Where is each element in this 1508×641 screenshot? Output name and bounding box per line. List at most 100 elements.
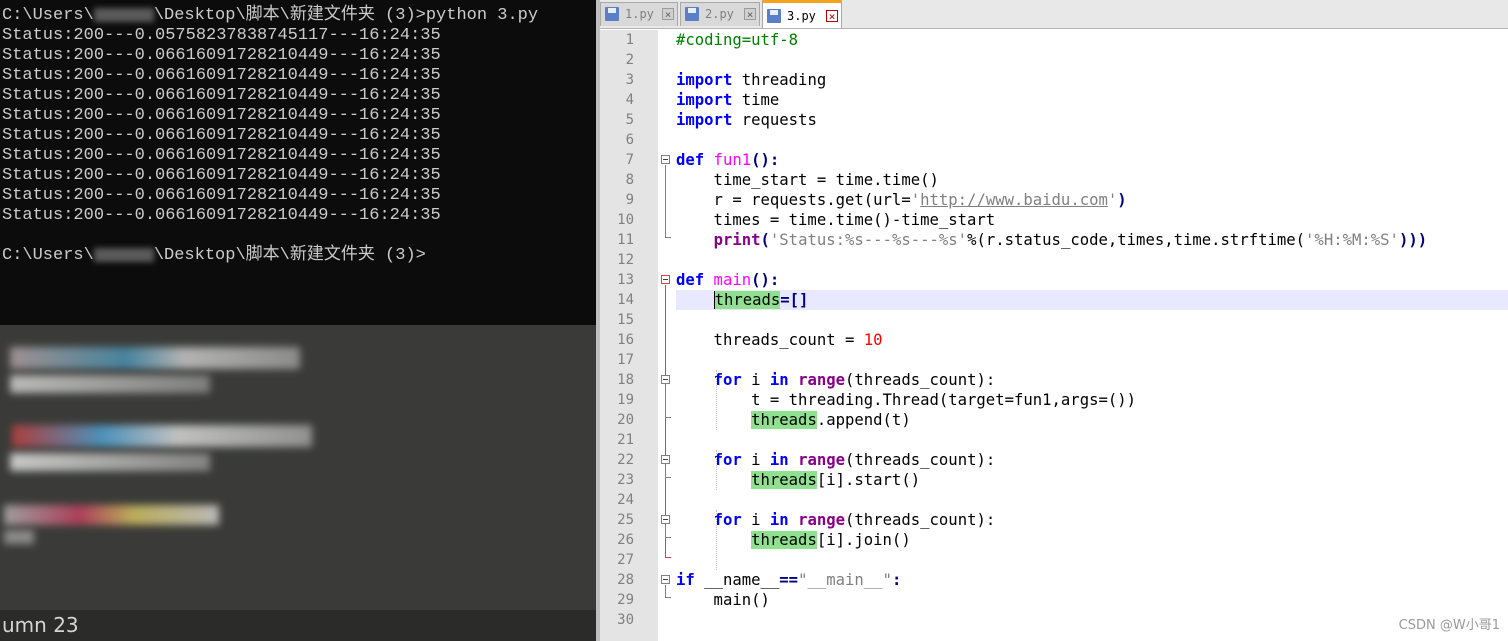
tab-2-py[interactable]: 2.py × bbox=[680, 2, 760, 26]
keyword-token: for bbox=[713, 511, 742, 529]
code-line-10: times = time.time()-time_start bbox=[676, 210, 1508, 230]
code-text: [i].join() bbox=[816, 531, 911, 549]
builtin-token: range bbox=[788, 511, 846, 529]
code-text: i bbox=[741, 511, 770, 529]
code-line-23: threads[i].start() bbox=[676, 470, 1508, 490]
code-text: r = requests.get(url= bbox=[676, 191, 911, 209]
module-token: threading bbox=[732, 71, 827, 89]
operator-token: == bbox=[779, 571, 799, 589]
number-token: 10 bbox=[863, 331, 883, 349]
code-line-9: r = requests.get(url= 'http://www.baidu.c… bbox=[676, 190, 1508, 210]
line-number: 7 bbox=[625, 152, 634, 168]
fold-toggle-def-main[interactable] bbox=[661, 275, 670, 284]
string-quote: ' bbox=[1107, 191, 1118, 209]
console-output-line: Status:200---0.06616091728210449---16:24… bbox=[2, 86, 441, 105]
redacted-username bbox=[93, 247, 154, 262]
url-link[interactable]: http://www.baidu.com bbox=[920, 191, 1108, 209]
close-tab-icon[interactable]: × bbox=[826, 10, 838, 22]
operator-token: (): bbox=[751, 151, 780, 169]
background-status-bar: umn 23 bbox=[0, 610, 598, 641]
line-number: 5 bbox=[625, 112, 634, 128]
line-number: 6 bbox=[625, 132, 634, 148]
fold-toggle-for-1[interactable] bbox=[661, 375, 670, 384]
line-number: 17 bbox=[617, 352, 634, 368]
code-line-11: print('Status:%s---%s---%s'%(r.status_co… bbox=[713, 231, 1428, 249]
keyword-token: if bbox=[676, 571, 695, 589]
string-token: "__main__" bbox=[798, 571, 892, 589]
code-text: __name__ bbox=[694, 571, 780, 589]
fold-toggle-for-2[interactable] bbox=[661, 455, 670, 464]
console-prompt-line: C:\Users\ \Desktop\脚本\新建文件夹 (3)> bbox=[0, 246, 596, 266]
code-line-14-current: threads=[] bbox=[676, 290, 1508, 310]
console-output-line: Status:200---0.06616091728210449---16:24… bbox=[2, 66, 441, 85]
code-line-4: import time bbox=[676, 90, 1508, 110]
console-command-line: C:\Users\ \Desktop\脚本\新建文件夹 (3)>python 3.… bbox=[0, 6, 596, 26]
code-line-13: def main(): bbox=[676, 270, 1508, 290]
keyword-token: for bbox=[713, 371, 742, 389]
line-number: 13 bbox=[617, 272, 634, 288]
line-number: 1 bbox=[625, 32, 634, 48]
line-number: 18 bbox=[617, 372, 634, 388]
code-text: (threads_count): bbox=[845, 511, 996, 529]
console-output-line: Status:200---0.06616091728210449---16:24… bbox=[2, 46, 441, 65]
line-number: 28 bbox=[617, 572, 634, 588]
code-line-25: for i in range(threads_count): bbox=[676, 510, 1508, 530]
code-line-7: def fun1(): bbox=[676, 150, 1508, 170]
line-number: 4 bbox=[625, 92, 634, 108]
line-number: 24 bbox=[617, 492, 634, 508]
code-text: t = threading.Thread(target=fun1,args=()… bbox=[676, 391, 1137, 409]
console-output-line: Status:200---0.06616091728210449---16:24… bbox=[2, 166, 441, 185]
code-line-16: threads_count = 10 bbox=[676, 330, 1508, 350]
code-area[interactable]: #coding=utf-8 import threading import ti… bbox=[676, 30, 1508, 641]
function-name-token: fun1 bbox=[704, 151, 752, 169]
code-text: (threads_count): bbox=[845, 451, 996, 469]
line-number: 25 bbox=[617, 512, 634, 528]
indent-guide bbox=[716, 510, 717, 570]
close-tab-icon[interactable]: × bbox=[662, 8, 674, 20]
line-number: 23 bbox=[617, 472, 634, 488]
keyword-token: in bbox=[769, 451, 789, 469]
fold-toggle-for-3[interactable] bbox=[661, 515, 670, 524]
fold-line bbox=[665, 525, 666, 537]
highlighted-variable: threads bbox=[751, 531, 817, 549]
blurred-code-line bbox=[10, 347, 300, 369]
line-number: 19 bbox=[617, 392, 634, 408]
console-prompt-tail: \Desktop\脚本\新建文件夹 (3)> bbox=[153, 246, 426, 265]
close-tab-icon[interactable]: × bbox=[744, 8, 756, 20]
line-number: 30 bbox=[617, 612, 634, 628]
code-text: .append(t) bbox=[816, 411, 911, 429]
line-number: 27 bbox=[617, 552, 634, 568]
line-number: 16 bbox=[617, 332, 634, 348]
code-line-19: t = threading.Thread(target=fun1,args=()… bbox=[676, 390, 1508, 410]
code-text: [i].start() bbox=[816, 471, 921, 489]
keyword-token: in bbox=[769, 371, 789, 389]
code-line-3: import threading bbox=[676, 70, 1508, 90]
module-token: time bbox=[732, 91, 780, 109]
fold-end bbox=[665, 597, 671, 598]
line-number: 20 bbox=[617, 412, 634, 428]
operator-token: : bbox=[891, 571, 902, 589]
line-number: 14 bbox=[617, 292, 634, 308]
string-token: '%H:%M:%S' bbox=[1305, 231, 1399, 249]
line-number: 2 bbox=[625, 52, 634, 68]
code-line-28: if __name__=="__main__": bbox=[676, 570, 1508, 590]
code-line-22: for i in range(threads_count): bbox=[676, 450, 1508, 470]
status-column-text: umn 23 bbox=[2, 613, 79, 637]
blurred-code-line bbox=[4, 530, 34, 544]
code-text: (threads_count): bbox=[845, 371, 996, 389]
console-window[interactable]: C:\Users\ \Desktop\脚本\新建文件夹 (3)>python 3.… bbox=[0, 0, 596, 325]
operator-token: =[] bbox=[780, 291, 809, 309]
tab-3-py[interactable]: 3.py × bbox=[762, 0, 842, 28]
keyword-token: in bbox=[769, 511, 789, 529]
string-token: 'Status:%s---%s---%s' bbox=[769, 231, 968, 249]
fold-margin bbox=[658, 30, 674, 641]
code-text: times = time.time()-time_start bbox=[676, 211, 996, 229]
fold-line bbox=[665, 165, 666, 237]
line-number: 26 bbox=[617, 532, 634, 548]
console-output-line: Status:200---0.06616091728210449---16:24… bbox=[2, 186, 441, 205]
fold-toggle-def-fun1[interactable] bbox=[661, 155, 670, 164]
tab-1-py[interactable]: 1.py × bbox=[600, 2, 678, 26]
line-number: 12 bbox=[617, 252, 634, 268]
fold-toggle-if-main[interactable] bbox=[661, 575, 670, 584]
